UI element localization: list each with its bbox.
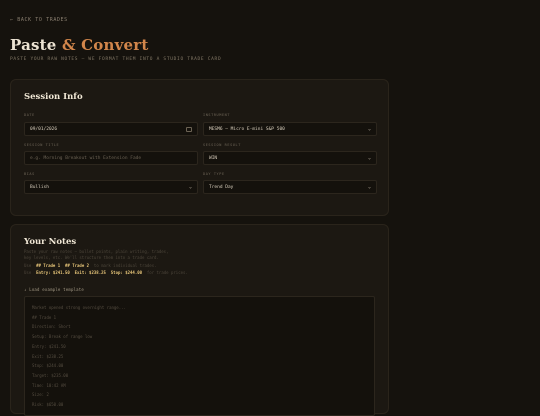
page-subtitle: PASTE YOUR RAW NOTES — WE FORMAT THEM IN…: [10, 57, 222, 62]
exit-marker: Exit: $238.25: [74, 270, 106, 275]
notes-line: Stop: $244.00: [32, 363, 64, 369]
notes-line: Direction: Short: [32, 324, 71, 330]
session-title-label: SESSION TITLE: [24, 143, 60, 147]
session-title-input[interactable]: e.g. Morning Breakout with Extension Fad…: [24, 151, 198, 165]
trade-1-marker: ## Trade 1: [36, 263, 61, 268]
chevron-down-icon: ⌄: [367, 184, 371, 190]
your-notes-title: Your Notes: [24, 237, 77, 247]
session-info-title: Session Info: [24, 92, 83, 102]
notes-line: Market opened strong overnight range...: [32, 305, 126, 310]
price-marker-hint: Use Entry: $241.50 Exit: $238.25 Stop: $…: [24, 270, 188, 275]
notes-line: Exit: $238.25: [32, 353, 64, 359]
title-main: Paste: [10, 36, 57, 54]
notes-textarea[interactable]: Market opened strong overnight range... …: [24, 296, 375, 416]
entry-marker: Entry: $241.50: [36, 270, 70, 275]
notes-line: Size: 2: [32, 392, 49, 398]
day-type-value: Trend Day: [209, 184, 234, 190]
session-result-label: SESSION RESULT: [203, 143, 241, 147]
your-notes-card: Your Notes Paste your raw notes — bullet…: [10, 224, 389, 416]
calendar-icon[interactable]: [186, 126, 192, 132]
bias-select[interactable]: Bullish ⌄: [24, 180, 198, 194]
notes-help-line-2: key levels, etc. We'll structure them in…: [24, 255, 159, 260]
trade-marker-hint: Use ## Trade 1 ## Trade 2 to mark indivi…: [24, 263, 157, 268]
session-info-card: Session Info DATE 09/01/2026 INSTRUMENT …: [10, 79, 389, 216]
chevron-down-icon: ⌄: [367, 126, 371, 132]
instrument-value: MESM6 — Micro E-mini S&P 500: [209, 126, 285, 132]
date-value: 09/01/2026: [30, 126, 58, 132]
chevron-down-icon: ⌄: [367, 155, 371, 161]
load-example-button[interactable]: ↓ Load example template: [24, 287, 84, 292]
stop-marker: Stop: $244.00: [110, 270, 143, 275]
session-result-value: WIN: [209, 155, 218, 161]
notes-line: Entry: $241.50: [32, 343, 66, 349]
notes-line: Target: $235.00: [32, 372, 69, 378]
notes-line: ## Trade 1: [32, 314, 57, 320]
trade-hint-suffix: to mark individual trades.: [93, 263, 157, 268]
notes-line: Time: 10:42 AM: [32, 382, 66, 388]
trade-2-marker: ## Trade 2: [64, 263, 90, 268]
notes-line: Setup: Break of range low: [32, 334, 93, 340]
session-result-select[interactable]: WIN ⌄: [203, 151, 377, 165]
instrument-select[interactable]: MESM6 — Micro E-mini S&P 500 ⌄: [203, 122, 377, 136]
day-type-select[interactable]: Trend Day ⌄: [203, 180, 377, 194]
price-hint-prefix: Use: [24, 270, 32, 275]
trade-hint-prefix: Use: [24, 263, 32, 268]
session-title-placeholder: e.g. Morning Breakout with Extension Fad…: [30, 155, 142, 161]
chevron-down-icon: ⌄: [188, 184, 192, 190]
price-hint-suffix: for trade prices.: [146, 270, 188, 275]
instrument-label: INSTRUMENT: [203, 113, 231, 117]
bias-value: Bullish: [30, 184, 49, 190]
date-label: DATE: [24, 113, 35, 117]
title-accent: & Convert: [61, 36, 149, 54]
date-input[interactable]: 09/01/2026: [24, 122, 198, 136]
bias-label: BIAS: [24, 172, 35, 176]
back-to-trades-link[interactable]: ← BACK TO TRADES: [10, 17, 68, 23]
page-title: Paste & Convert: [10, 36, 148, 54]
day-type-label: DAY TYPE: [203, 172, 225, 176]
